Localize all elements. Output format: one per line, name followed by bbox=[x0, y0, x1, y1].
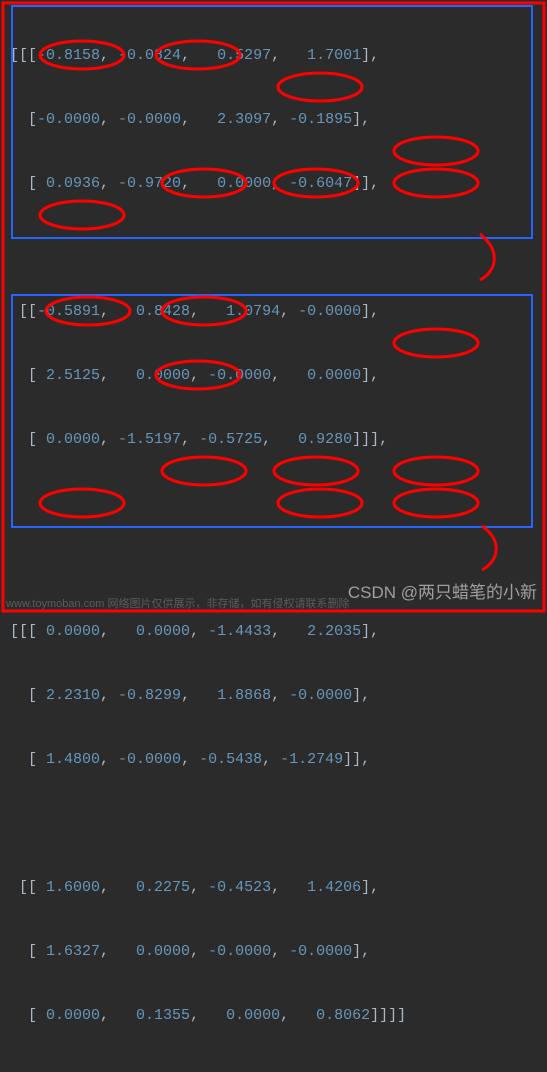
blank-row bbox=[10, 808, 537, 840]
tensor-row: [ 1.4800, -0.0000, -0.5438, -1.2749]], bbox=[10, 744, 537, 776]
tensor-row: [ 0.0936, -0.9720, 0.0000, -0.6047]], bbox=[10, 168, 537, 200]
blank-row bbox=[10, 488, 537, 520]
tensor-row: [[-0.5891, 0.8428, 1.0794, -0.0000], bbox=[10, 296, 537, 328]
tensor-row: [ 2.5125, 0.0000, -0.0000, 0.0000], bbox=[10, 360, 537, 392]
tensor-row: [ 1.6327, 0.0000, -0.0000, -0.0000], bbox=[10, 936, 537, 968]
code-output: [[[-0.8158, -0.0824, 0.5297, 1.7001], [-… bbox=[0, 0, 547, 1072]
tensor-row: [[[-0.8158, -0.0824, 0.5297, 1.7001], bbox=[10, 40, 537, 72]
tensor-row: [ 0.0000, -1.5197, -0.5725, 0.9280]]], bbox=[10, 424, 537, 456]
blank-row bbox=[10, 232, 537, 264]
tensor-row: [[[ 0.0000, 0.0000, -1.4433, 2.2035], bbox=[10, 616, 537, 648]
watermark-bottom: www.toymoban.com 网络图片仅供展示，非存储，如有侵权请联系删除 bbox=[6, 595, 349, 611]
tensor-row: [-0.0000, -0.0000, 2.3097, -0.1895], bbox=[10, 104, 537, 136]
tensor-row: [ 0.0000, 0.1355, 0.0000, 0.8062]]]] bbox=[10, 1000, 537, 1032]
watermark-right: CSDN @两只蜡笔的小新 bbox=[348, 578, 537, 603]
tensor-row: [ 2.2310, -0.8299, 1.8868, -0.0000], bbox=[10, 680, 537, 712]
tensor-row: [[ 1.6000, 0.2275, -0.4523, 1.4206], bbox=[10, 872, 537, 904]
